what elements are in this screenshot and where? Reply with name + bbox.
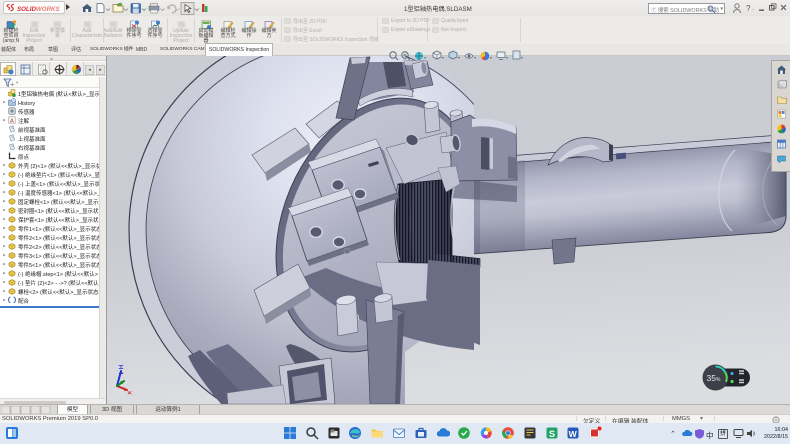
svg-text:SOLIDWORKS: SOLIDWORKS [17, 6, 61, 13]
svg-text:·: · [752, 7, 754, 13]
svg-text:▾: ▾ [521, 55, 523, 60]
svg-text:W: W [569, 429, 578, 439]
svg-text:▾: ▾ [424, 55, 426, 60]
svg-text:▾: ▾ [442, 55, 444, 60]
svg-text:▾: ▾ [506, 55, 508, 60]
svg-text:▾: ▾ [490, 55, 492, 60]
svg-text:▾: ▾ [474, 55, 476, 60]
svg-text:?: ? [746, 4, 751, 13]
svg-text:▾: ▾ [458, 55, 460, 60]
svg-text:S: S [549, 429, 555, 439]
svg-text:A: A [10, 118, 14, 124]
